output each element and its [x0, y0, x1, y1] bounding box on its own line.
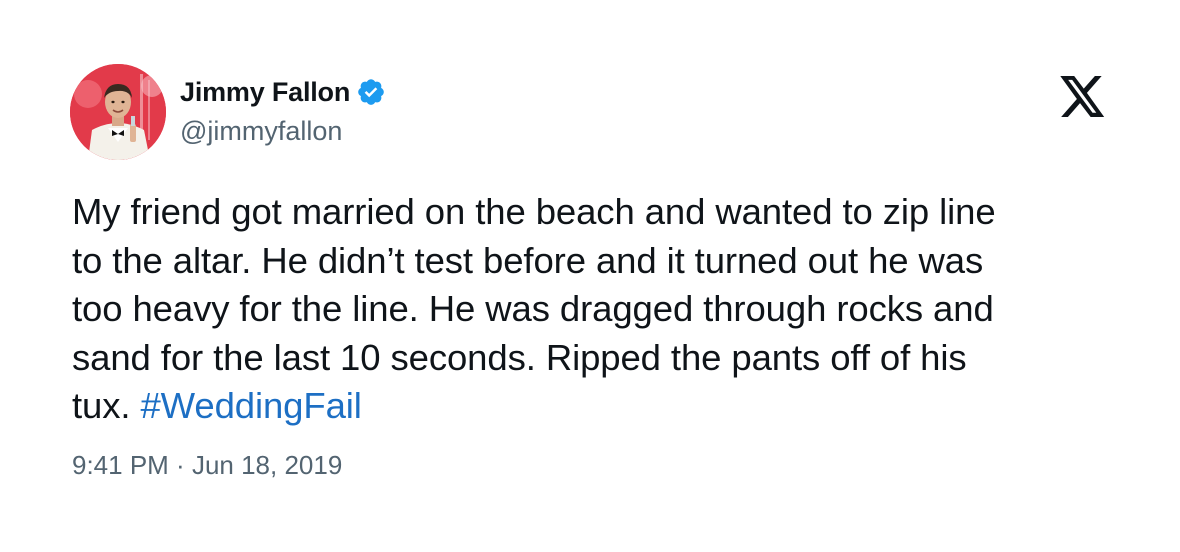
author-block: Jimmy Fallon @jimmyfallon: [180, 74, 386, 147]
tweet-text-line: My friend got married on the beach and w…: [72, 191, 996, 232]
tweet-text-line: sand for the last 10 seconds. Ripped the…: [72, 336, 967, 378]
meta-separator: ·: [168, 450, 192, 480]
verified-badge-icon: [356, 77, 386, 107]
author-handle[interactable]: @jimmyfallon: [180, 116, 386, 147]
tweet-card: Jimmy Fallon @jimmyfallon My friend got …: [0, 0, 1180, 552]
tweet-text-tail: tux.: [72, 385, 141, 426]
x-logo-icon[interactable]: [1060, 76, 1106, 118]
author-display-name[interactable]: Jimmy Fallon: [180, 77, 350, 108]
tweet-text-line-last: tux. #WeddingFail: [72, 382, 1112, 431]
tweet-date: Jun 18, 2019: [191, 450, 343, 480]
tweet-time: 9:41 PM: [72, 450, 169, 480]
tweet-timestamp[interactable]: 9:41 PM · Jun 18, 2019: [72, 450, 342, 481]
hashtag-link[interactable]: #WeddingFail: [140, 385, 361, 426]
tweet-text: My friend got married on the beach and w…: [72, 188, 1112, 431]
avatar-photo-icon: [70, 64, 166, 160]
avatar[interactable]: [70, 64, 166, 160]
tweet-text-line: too heavy for the line. He was dragged t…: [72, 288, 994, 329]
author-name-row: Jimmy Fallon: [180, 74, 386, 110]
tweet-text-line: to the altar. He didn’t test before and …: [72, 239, 984, 281]
